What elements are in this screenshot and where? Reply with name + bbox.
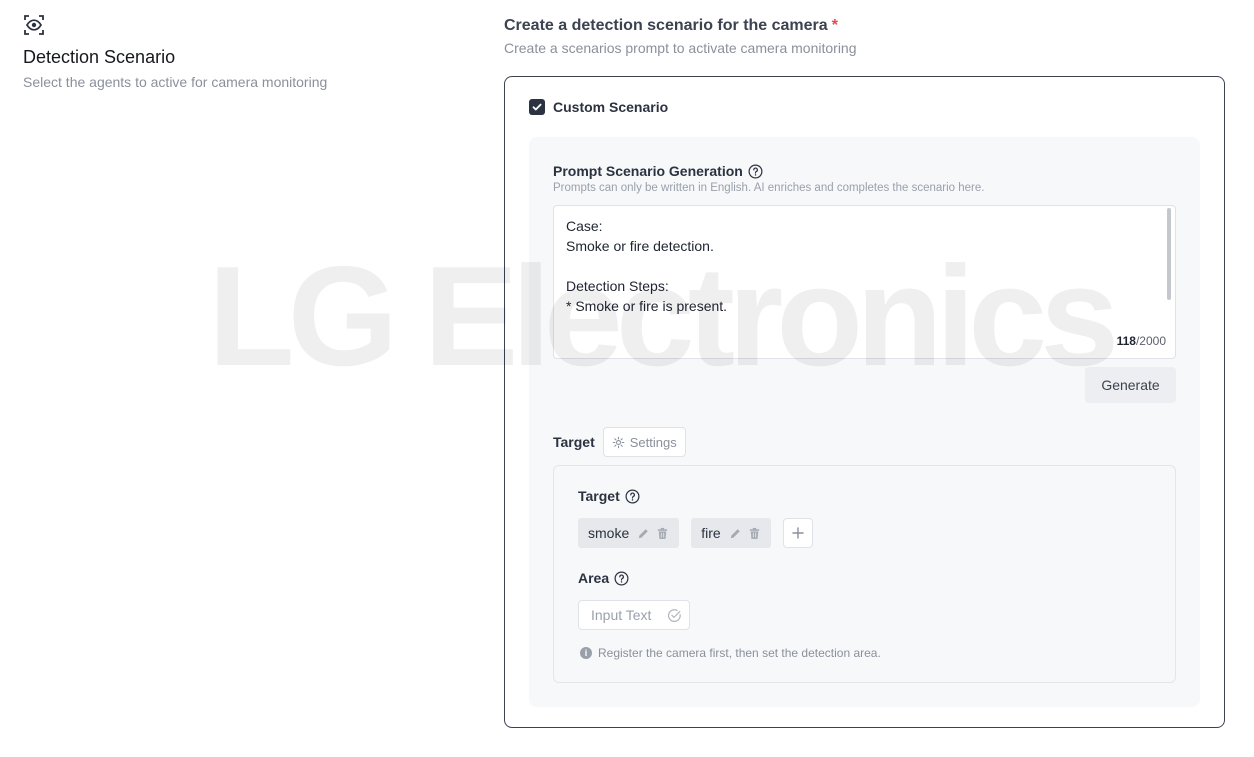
help-icon[interactable]	[614, 571, 629, 586]
char-count: 118	[1116, 334, 1136, 348]
textarea-scrollbar[interactable]	[1167, 208, 1171, 300]
area-input-field[interactable]	[578, 600, 690, 630]
scenario-heading: Create a detection scenario for the came…	[504, 17, 857, 35]
info-icon: i	[580, 647, 592, 659]
required-mark: *	[831, 17, 838, 34]
section-description: Select the agents to active for camera m…	[23, 74, 328, 90]
target-header: Target Settings	[553, 427, 686, 457]
prompt-line	[566, 256, 727, 276]
pencil-icon[interactable]	[729, 527, 742, 540]
scenario-heading-text: Create a detection scenario for the came…	[504, 17, 828, 34]
prompt-text[interactable]: Case: Smoke or fire detection. Detection…	[566, 216, 727, 316]
target-tags: smoke fire	[578, 518, 813, 548]
gear-icon	[612, 436, 625, 448]
scenario-card: Custom Scenario Prompt Scenario Generati…	[504, 76, 1225, 728]
target-label-text: Target	[578, 488, 620, 504]
target-tag[interactable]: fire	[691, 518, 771, 548]
scenario-subheading: Create a scenarios prompt to activate ca…	[504, 40, 857, 56]
scenario-header: Create a detection scenario for the came…	[504, 17, 857, 56]
eye-scan-icon	[24, 15, 44, 35]
char-counter: 118/2000	[1117, 334, 1166, 348]
prompt-panel: Prompt Scenario Generation Prompts can o…	[529, 137, 1200, 707]
area-input[interactable]	[591, 607, 663, 623]
generate-button[interactable]: Generate	[1085, 367, 1176, 403]
tag-label: fire	[701, 525, 721, 541]
tag-actions	[637, 527, 669, 540]
pencil-icon[interactable]	[637, 527, 650, 540]
prompt-line: * Smoke or fire is present.	[566, 298, 728, 314]
char-max: /2000	[1135, 334, 1166, 348]
prompt-line: Smoke or fire detection.	[566, 238, 714, 254]
custom-scenario-checkbox[interactable]	[529, 99, 545, 115]
target-tag[interactable]: smoke	[578, 518, 680, 548]
prompt-line: Case:	[566, 218, 603, 234]
target-box: Target smoke fire Area Input Text i Regi…	[553, 465, 1176, 683]
section-intro: Detection Scenario Select the agents to …	[23, 14, 463, 90]
prompt-hint: Prompts can only be written in English. …	[553, 182, 985, 194]
section-title: Detection Scenario	[23, 47, 176, 67]
target-label: Target	[578, 488, 640, 504]
custom-scenario-label[interactable]: Custom Scenario	[553, 99, 668, 115]
area-info-text: Register the camera first, then set the …	[598, 646, 881, 660]
tag-label: smoke	[588, 525, 630, 541]
settings-label: Settings	[629, 434, 677, 450]
plus-icon	[791, 527, 804, 539]
target-section-label: Target	[553, 434, 595, 450]
prompt-title-text: Prompt Scenario Generation	[553, 163, 743, 179]
trash-icon[interactable]	[748, 527, 761, 540]
prompt-title: Prompt Scenario Generation	[553, 163, 763, 179]
check-icon	[532, 103, 542, 111]
help-icon[interactable]	[625, 489, 640, 504]
tag-actions	[729, 527, 761, 540]
area-info: i Register the camera first, then set th…	[580, 646, 881, 660]
trash-icon[interactable]	[656, 527, 669, 540]
help-icon[interactable]	[748, 164, 763, 179]
prompt-textarea[interactable]: Case: Smoke or fire detection. Detection…	[553, 205, 1176, 359]
prompt-line: Detection Steps:	[566, 278, 669, 294]
area-label: Area	[578, 570, 629, 586]
check-circle-icon[interactable]	[667, 608, 682, 623]
settings-button[interactable]: Settings	[602, 427, 686, 457]
custom-scenario-checkbox-row[interactable]: Custom Scenario	[529, 99, 668, 115]
add-target-button[interactable]	[782, 518, 813, 548]
area-label-text: Area	[578, 570, 610, 586]
